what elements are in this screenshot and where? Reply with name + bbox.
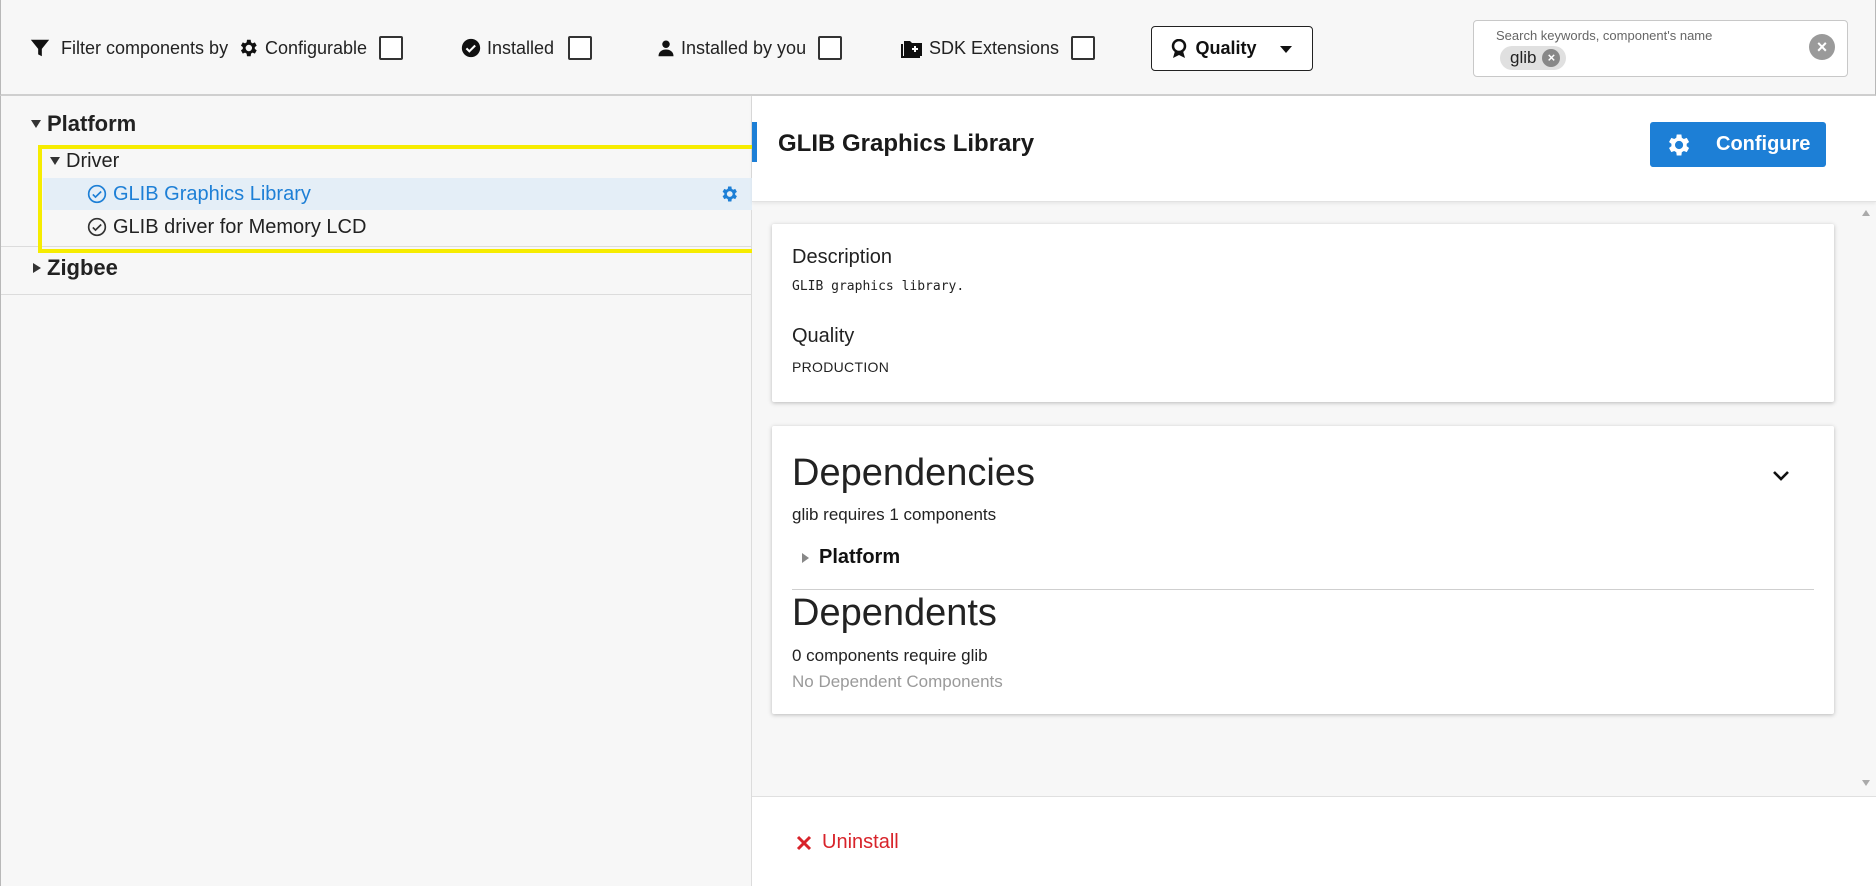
description-value: GLIB graphics library.	[792, 279, 965, 294]
uninstall-label: Uninstall	[822, 831, 899, 853]
clear-search-icon[interactable]: ×	[1809, 34, 1835, 60]
detail-footer: Uninstall	[752, 796, 1876, 886]
gear-icon[interactable]	[719, 184, 739, 204]
tree-category-platform[interactable]: Platform	[1, 108, 753, 140]
tree-category-zigbee[interactable]: Zigbee	[1, 252, 753, 284]
tree-item-glib-graphics-library[interactable]: GLIB Graphics Library	[43, 178, 753, 210]
installed-by-you-checkbox[interactable]	[818, 36, 843, 60]
tree-divider	[1, 294, 753, 295]
sdk-extensions-checkbox[interactable]	[1071, 36, 1096, 60]
configure-label: Configure	[1716, 133, 1811, 155]
detail-header: GLIB Graphics Library Configure	[752, 96, 1876, 202]
search-label: Search keywords, component's name	[1496, 28, 1713, 43]
filter-bar: Filter components by Configurable Instal…	[0, 0, 1876, 96]
filter-configurable[interactable]: Configurable	[237, 30, 404, 66]
component-tree: Platform Driver GLIB Graphics Library GL…	[0, 96, 758, 886]
configure-button[interactable]: Configure	[1650, 122, 1826, 167]
quality-label: Quality	[1195, 38, 1257, 58]
sdk-extensions-label: SDK Extensions	[929, 37, 1060, 58]
quality-field-value: PRODUCTION	[792, 359, 890, 375]
category-label: Platform	[47, 111, 137, 136]
expand-caret-icon[interactable]	[31, 120, 41, 128]
collapse-caret-icon[interactable]	[33, 263, 41, 273]
filter-label: Filter components by	[61, 37, 229, 58]
award-icon	[1172, 38, 1187, 58]
component-title: GLIB Graphics Library	[778, 130, 1035, 157]
dependencies-card: Dependencies glib requires 1 components …	[772, 426, 1834, 714]
category-label: Zigbee	[47, 255, 118, 280]
close-icon	[796, 835, 812, 850]
tree-item-glib-driver-memory-lcd[interactable]: GLIB driver for Memory LCD	[43, 211, 753, 243]
configurable-checkbox[interactable]	[379, 36, 404, 60]
search-chip[interactable]: glib ×	[1500, 46, 1567, 70]
quality-field-label: Quality	[792, 325, 855, 347]
scroll-up-arrow-icon[interactable]	[1862, 210, 1870, 216]
tree-divider	[1, 246, 753, 247]
subcategory-label: Driver	[66, 149, 120, 172]
dependency-group-label: Platform	[819, 546, 901, 568]
folder-plus-icon	[901, 41, 922, 58]
search-chip-text: glib	[1510, 48, 1537, 67]
installed-by-you-label: Installed by you	[681, 37, 807, 58]
dependents-summary: 0 components require glib	[792, 646, 988, 665]
check-circle-outline-icon	[87, 184, 107, 204]
check-circle-outline-icon	[87, 217, 107, 237]
person-icon	[658, 40, 674, 57]
item-label: GLIB Graphics Library	[113, 182, 311, 205]
accent-bar	[752, 122, 757, 162]
section-divider	[792, 589, 1814, 590]
installed-label: Installed	[487, 37, 555, 58]
gear-icon	[1669, 134, 1690, 155]
filter-label-group: Filter components by	[29, 30, 228, 66]
dependents-heading: Dependents	[792, 592, 997, 634]
scroll-down-arrow-icon[interactable]	[1862, 780, 1870, 786]
caret-down-icon	[1279, 45, 1292, 53]
tree-subcategory-driver[interactable]: Driver	[1, 146, 753, 176]
dependents-empty-text: No Dependent Components	[792, 672, 1003, 691]
filter-sdk-extensions[interactable]: SDK Extensions	[901, 30, 1096, 66]
gear-icon	[240, 39, 257, 57]
description-label: Description	[792, 246, 893, 268]
dependencies-summary: glib requires 1 components	[792, 505, 997, 524]
configurable-label: Configurable	[265, 37, 368, 58]
uninstall-button[interactable]: Uninstall	[796, 831, 899, 854]
check-circle-icon	[461, 38, 481, 58]
filter-installed[interactable]: Installed	[461, 30, 593, 66]
info-card: Description GLIB graphics library. Quali…	[772, 224, 1834, 402]
installed-checkbox[interactable]	[568, 36, 593, 60]
search-field[interactable]: Search keywords, component's name glib ×…	[1473, 20, 1848, 77]
chip-remove-icon[interactable]: ×	[1542, 49, 1561, 67]
expand-caret-icon[interactable]	[50, 157, 60, 165]
item-label: GLIB driver for Memory LCD	[113, 215, 367, 238]
dependencies-heading: Dependencies	[792, 452, 1035, 494]
quality-dropdown-button[interactable]: Quality	[1151, 26, 1313, 71]
dependency-group-platform[interactable]: Platform	[802, 546, 900, 569]
expand-caret-icon[interactable]	[802, 552, 809, 563]
filter-icon	[30, 39, 50, 57]
filter-installed-by-you[interactable]: Installed by you	[657, 30, 843, 66]
component-detail-pane: GLIB Graphics Library Configure Descript…	[752, 96, 1876, 886]
chevron-down-icon[interactable]	[1772, 470, 1790, 482]
